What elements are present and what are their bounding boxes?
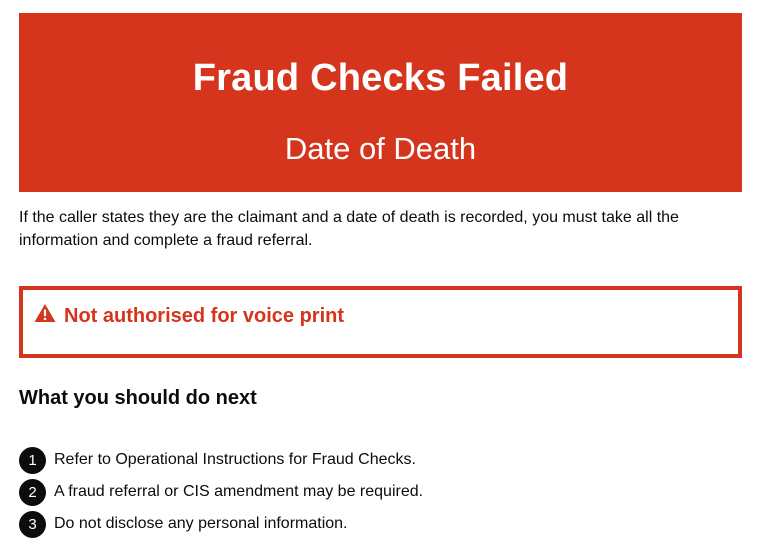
warning-triangle-icon [34, 304, 56, 322]
step-number-badge: 2 [19, 478, 46, 506]
next-steps-list: 1 Refer to Operational Instructions for … [19, 444, 423, 540]
step-item: 1 Refer to Operational Instructions for … [19, 444, 423, 476]
step-number-badge: 3 [19, 510, 46, 538]
step-item: 2 A fraud referral or CIS amendment may … [19, 476, 423, 508]
next-steps-heading: What you should do next [19, 387, 257, 409]
banner-subtitle: Date of Death [284, 131, 477, 166]
step-number-badge: 1 [19, 446, 46, 474]
step-text: Do not disclose any personal information… [54, 515, 348, 532]
banner-title: Fraud Checks Failed [192, 57, 569, 99]
warning-message: Not authorised for voice print [64, 305, 345, 327]
warning-panel: Not authorised for voice print [19, 286, 742, 358]
intro-text: If the caller states they are the claima… [19, 209, 679, 249]
step-item: 3 Do not disclose any personal informati… [19, 508, 423, 540]
step-text: Refer to Operational Instructions for Fr… [54, 451, 416, 468]
step-text: A fraud referral or CIS amendment may be… [54, 483, 424, 500]
fraud-checks-banner: Fraud Checks Failed Date of Death [19, 13, 742, 192]
